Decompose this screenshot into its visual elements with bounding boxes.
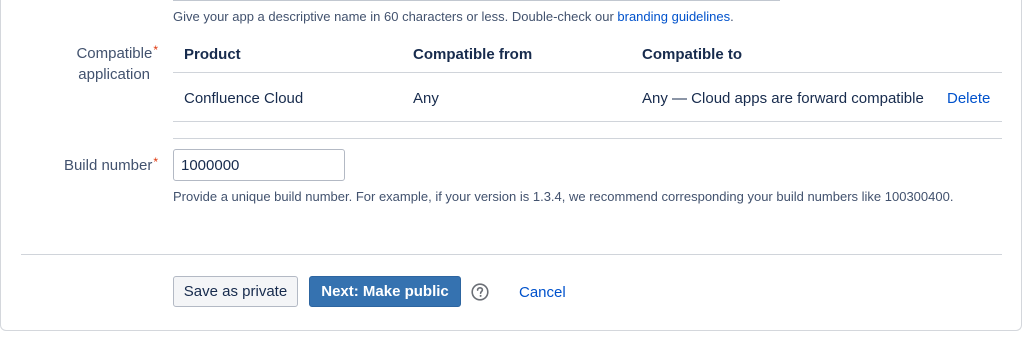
- column-header-compatible-to: Compatible to: [642, 46, 742, 63]
- name-hint-text: Give your app a descriptive name in 60 c…: [173, 9, 618, 24]
- actions-divider: [21, 254, 1002, 255]
- table-header-divider: [173, 72, 1002, 73]
- cell-compatible-from: Any: [413, 90, 439, 107]
- cell-compatible-to: Any — Cloud apps are forward compatible: [642, 90, 924, 107]
- column-header-compatible-from: Compatible from: [413, 46, 533, 63]
- table-row-divider: [173, 121, 1002, 122]
- compatible-label-line2: application: [78, 66, 150, 83]
- build-number-label: Build number*: [64, 155, 158, 176]
- required-asterisk: *: [153, 43, 158, 57]
- question-circle-icon[interactable]: [471, 283, 489, 301]
- build-number-label-text: Build number: [63, 157, 153, 174]
- name-field-underline: [173, 0, 780, 1]
- name-hint-suffix: .: [730, 9, 734, 24]
- build-number-hint: Provide a unique build number. For examp…: [173, 189, 954, 204]
- required-asterisk: *: [153, 155, 158, 169]
- column-header-product: Product: [184, 46, 241, 63]
- compatible-label-line1: Compatible: [76, 45, 153, 62]
- delete-compatibility-link[interactable]: Delete: [947, 90, 990, 107]
- table-bottom-divider: [173, 138, 1002, 139]
- branding-guidelines-link[interactable]: branding guidelines: [617, 9, 730, 24]
- next-make-public-button[interactable]: Next: Make public: [309, 276, 461, 307]
- cell-product: Confluence Cloud: [184, 90, 304, 107]
- name-hint: Give your app a descriptive name in 60 c…: [173, 9, 734, 24]
- cancel-link[interactable]: Cancel: [519, 284, 566, 301]
- build-number-input[interactable]: [173, 149, 345, 181]
- compatible-application-label: Compatible* application: [76, 43, 158, 85]
- save-as-private-button[interactable]: Save as private: [173, 276, 298, 307]
